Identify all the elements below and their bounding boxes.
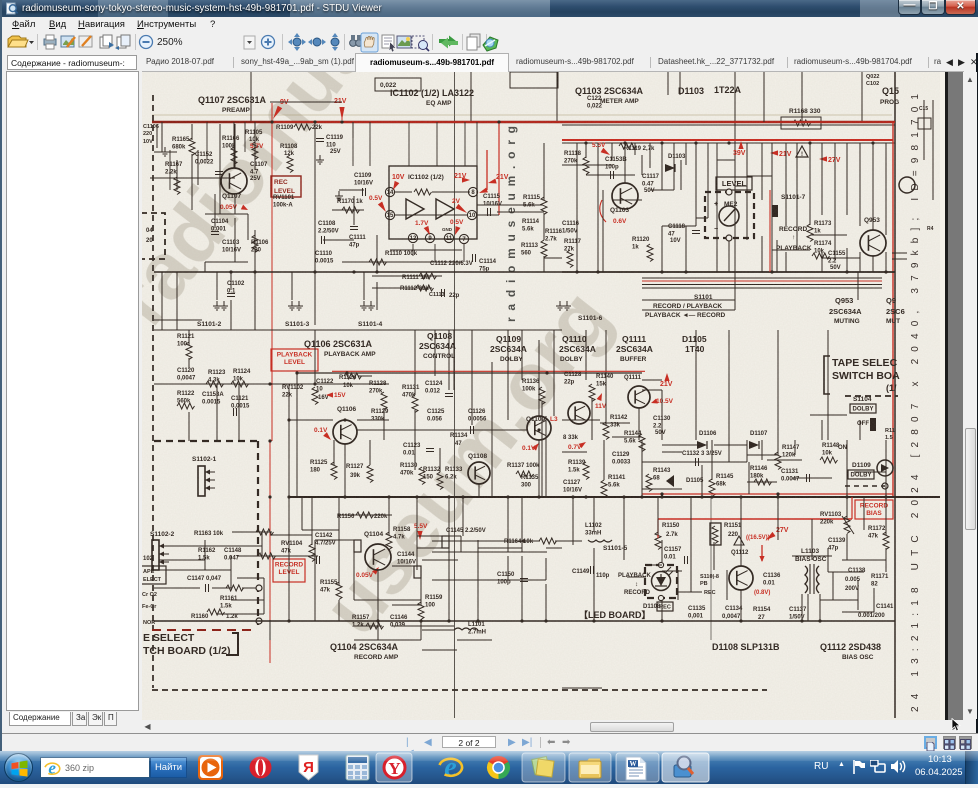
svg-text:Я: Я [303,759,314,776]
svg-text:Y: Y [388,759,400,778]
svg-text:e: e [444,752,456,783]
svg-text:W: W [630,760,637,768]
